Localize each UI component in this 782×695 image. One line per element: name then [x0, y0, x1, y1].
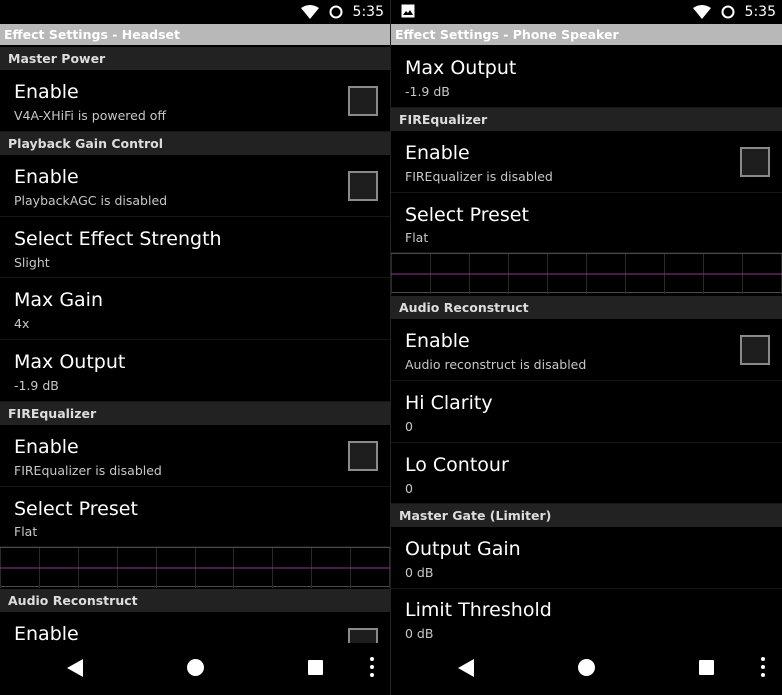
select-preset-row[interactable]: Select Preset Flat [391, 193, 782, 253]
pref-summary: -1.9 dB [14, 378, 59, 393]
pref-title: Select Effect Strength [14, 228, 222, 250]
max-gain-row[interactable]: Max Gain 4x [0, 278, 390, 340]
pref-title: Lo Contour [405, 454, 509, 476]
wifi-icon [300, 5, 319, 19]
image-notification-icon [401, 4, 415, 18]
wifi-icon [692, 5, 711, 19]
hi-clarity-row[interactable]: Hi Clarity 0 [391, 381, 782, 443]
playback-gain-enable-row[interactable]: Enable PlaybackAGC is disabled [0, 155, 390, 217]
pref-summary: Flat [405, 230, 429, 245]
category-master-gate: Master Gate (Limiter) [391, 504, 782, 527]
page-title: Effect Settings - Phone Speaker [395, 27, 619, 42]
equalizer-graph[interactable] [0, 547, 390, 588]
status-time: 5:35 [352, 4, 384, 20]
category-audio-reconstruct: Audio Reconstruct [0, 589, 390, 612]
pref-summary: Slight [14, 255, 50, 270]
pref-title: Max Output [405, 57, 517, 79]
pref-title: Enable [405, 330, 470, 352]
home-icon[interactable] [187, 659, 204, 676]
back-icon[interactable] [458, 659, 474, 677]
pref-title: Max Gain [14, 289, 104, 311]
more-options-icon[interactable] [761, 657, 765, 681]
recents-icon[interactable] [699, 660, 714, 675]
fir-equalizer-checkbox[interactable] [740, 147, 770, 177]
pref-title: Max Output [14, 351, 126, 373]
pref-title: Enable [14, 623, 79, 645]
home-icon[interactable] [578, 659, 595, 676]
audio-reconstruct-enable-row[interactable]: Enable Audio reconstruct is disabled [391, 319, 782, 381]
pref-summary: 0 dB [405, 565, 434, 580]
status-bar: 5:35 [391, 0, 782, 24]
pref-title: Select Preset [14, 498, 138, 520]
category-label: Playback Gain Control [8, 136, 164, 151]
status-bar: 5:35 [0, 0, 390, 24]
select-preset-row[interactable]: Select Preset Flat [0, 487, 390, 547]
recents-icon[interactable] [308, 660, 323, 675]
navigation-bar [0, 643, 390, 695]
pref-title: Select Preset [405, 204, 529, 226]
equalizer-graph[interactable] [391, 253, 782, 294]
back-icon[interactable] [67, 659, 83, 677]
pref-summary: -1.9 dB [405, 84, 450, 99]
pref-summary: Audio reconstruct is disabled [405, 357, 587, 372]
pref-title: Output Gain [405, 538, 521, 560]
pref-summary: 0 [405, 419, 413, 434]
output-gain-row[interactable]: Output Gain 0 dB [391, 527, 782, 589]
navigation-bar [391, 643, 782, 695]
pref-summary: Flat [14, 524, 38, 539]
category-label: Master Gate (Limiter) [399, 508, 552, 523]
category-fir-equalizer: FIREqualizer [0, 402, 390, 425]
pref-title: Enable [14, 166, 79, 188]
category-label: Audio Reconstruct [399, 300, 529, 315]
pref-title: Enable [405, 142, 470, 164]
max-output-row[interactable]: Max Output -1.9 dB [391, 46, 782, 108]
category-master-power: Master Power [0, 47, 390, 70]
master-power-checkbox[interactable] [348, 86, 378, 116]
category-label: Audio Reconstruct [8, 593, 138, 608]
equalizer-graph-svg [0, 548, 390, 588]
action-bar-title: Effect Settings - Phone Speaker [391, 24, 782, 45]
pref-summary: 0 dB [405, 626, 434, 641]
effect-strength-row[interactable]: Select Effect Strength Slight [0, 217, 390, 278]
pref-title: Limit Threshold [405, 599, 552, 621]
playback-agc-checkbox[interactable] [348, 171, 378, 201]
headset-settings-panel: 5:35 Effect Settings - Headset Master Po… [0, 0, 390, 695]
pref-summary: V4A-XHiFi is powered off [14, 108, 167, 123]
pref-title: Enable [14, 436, 79, 458]
battery-icon [329, 5, 343, 19]
category-label: Master Power [8, 51, 106, 66]
pref-summary: 0 [405, 481, 413, 496]
max-output-row[interactable]: Max Output -1.9 dB [0, 340, 390, 402]
fir-equalizer-checkbox[interactable] [348, 441, 378, 471]
audio-reconstruct-checkbox[interactable] [740, 335, 770, 365]
category-label: FIREqualizer [399, 112, 488, 127]
category-playback-gain: Playback Gain Control [0, 132, 390, 155]
pref-title: Enable [14, 81, 79, 103]
pref-summary: PlaybackAGC is disabled [14, 193, 168, 208]
fir-equalizer-enable-row[interactable]: Enable FIREqualizer is disabled [0, 425, 390, 487]
pref-summary: FIREqualizer is disabled [14, 463, 162, 478]
more-options-icon[interactable] [370, 657, 374, 681]
pref-title: Hi Clarity [405, 392, 493, 414]
master-power-enable-row[interactable]: Enable V4A-XHiFi is powered off [0, 70, 390, 132]
battery-icon [721, 5, 735, 19]
lo-contour-row[interactable]: Lo Contour 0 [391, 443, 782, 504]
category-fir-equalizer: FIREqualizer [391, 108, 782, 131]
equalizer-graph-svg [391, 254, 782, 294]
limit-threshold-row[interactable]: Limit Threshold 0 dB [391, 589, 782, 651]
status-time: 5:35 [744, 4, 776, 20]
phone-speaker-settings-panel: 5:35 Effect Settings - Phone Speaker Max… [391, 0, 782, 695]
fir-equalizer-enable-row[interactable]: Enable FIREqualizer is disabled [391, 131, 782, 193]
pref-summary: 4x [14, 316, 30, 331]
action-bar-title: Effect Settings - Headset [0, 24, 390, 45]
category-label: FIREqualizer [8, 406, 97, 421]
category-audio-reconstruct: Audio Reconstruct [391, 296, 782, 319]
page-title: Effect Settings - Headset [4, 27, 180, 42]
pref-summary: FIREqualizer is disabled [405, 169, 553, 184]
